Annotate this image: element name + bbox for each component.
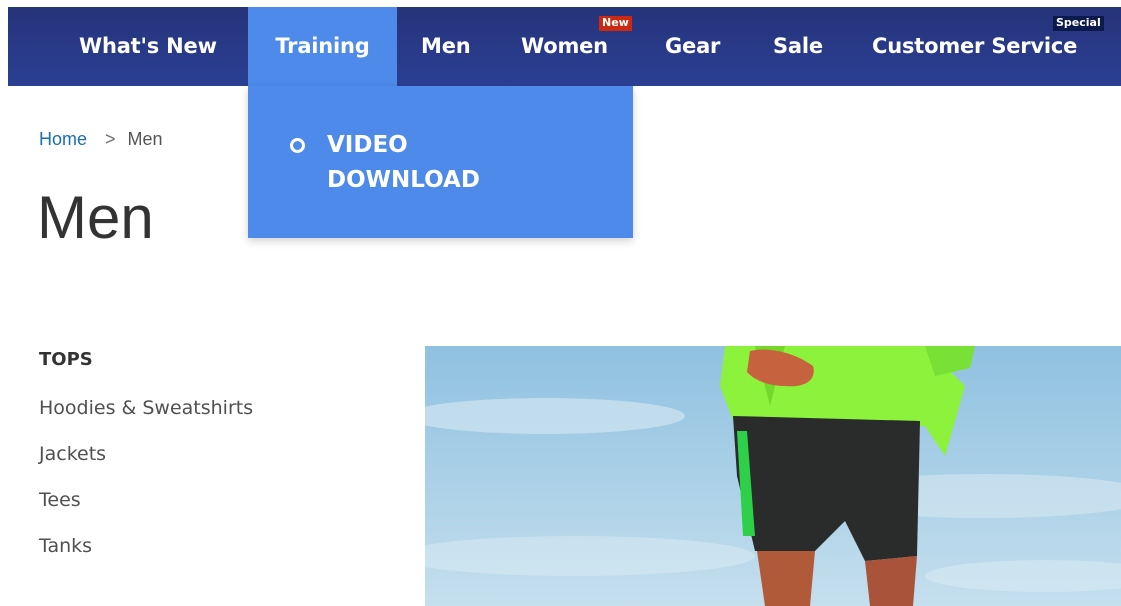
- circle-bullet-icon: [290, 138, 305, 153]
- special-badge: Special: [1053, 16, 1104, 31]
- training-dropdown-menu: VIDEO DOWNLOAD: [248, 86, 633, 238]
- main-navigation: What's New Training Men Women Gear Sale …: [8, 7, 1121, 86]
- hero-banner-image[interactable]: [425, 346, 1121, 606]
- sidebar-link-hoodies-sweatshirts[interactable]: Hoodies & Sweatshirts: [39, 394, 253, 422]
- breadcrumb-current: Men: [127, 129, 163, 149]
- nav-item-gear[interactable]: Gear: [665, 7, 720, 86]
- nav-item-customer-service[interactable]: Customer Service: [872, 7, 1077, 86]
- new-badge: New: [599, 16, 632, 31]
- runner-photo-icon: [425, 346, 1121, 606]
- breadcrumb: Home > Men: [39, 127, 163, 151]
- nav-item-training[interactable]: Training: [248, 7, 397, 86]
- sidebar-link-tanks[interactable]: Tanks: [39, 532, 92, 560]
- breadcrumb-home-link[interactable]: Home: [39, 129, 87, 149]
- nav-item-whats-new[interactable]: What's New: [79, 7, 217, 86]
- page-title: Men: [37, 184, 154, 251]
- sidebar-link-tees[interactable]: Tees: [39, 486, 81, 514]
- nav-item-men[interactable]: Men: [421, 7, 471, 86]
- breadcrumb-separator: >: [105, 129, 116, 149]
- nav-item-sale[interactable]: Sale: [773, 7, 823, 86]
- dropdown-item-label: VIDEO DOWNLOAD: [327, 132, 480, 193]
- sidebar-link-jackets[interactable]: Jackets: [39, 440, 106, 468]
- nav-item-women[interactable]: Women: [521, 7, 608, 86]
- sidebar-heading-tops: TOPS: [39, 349, 93, 370]
